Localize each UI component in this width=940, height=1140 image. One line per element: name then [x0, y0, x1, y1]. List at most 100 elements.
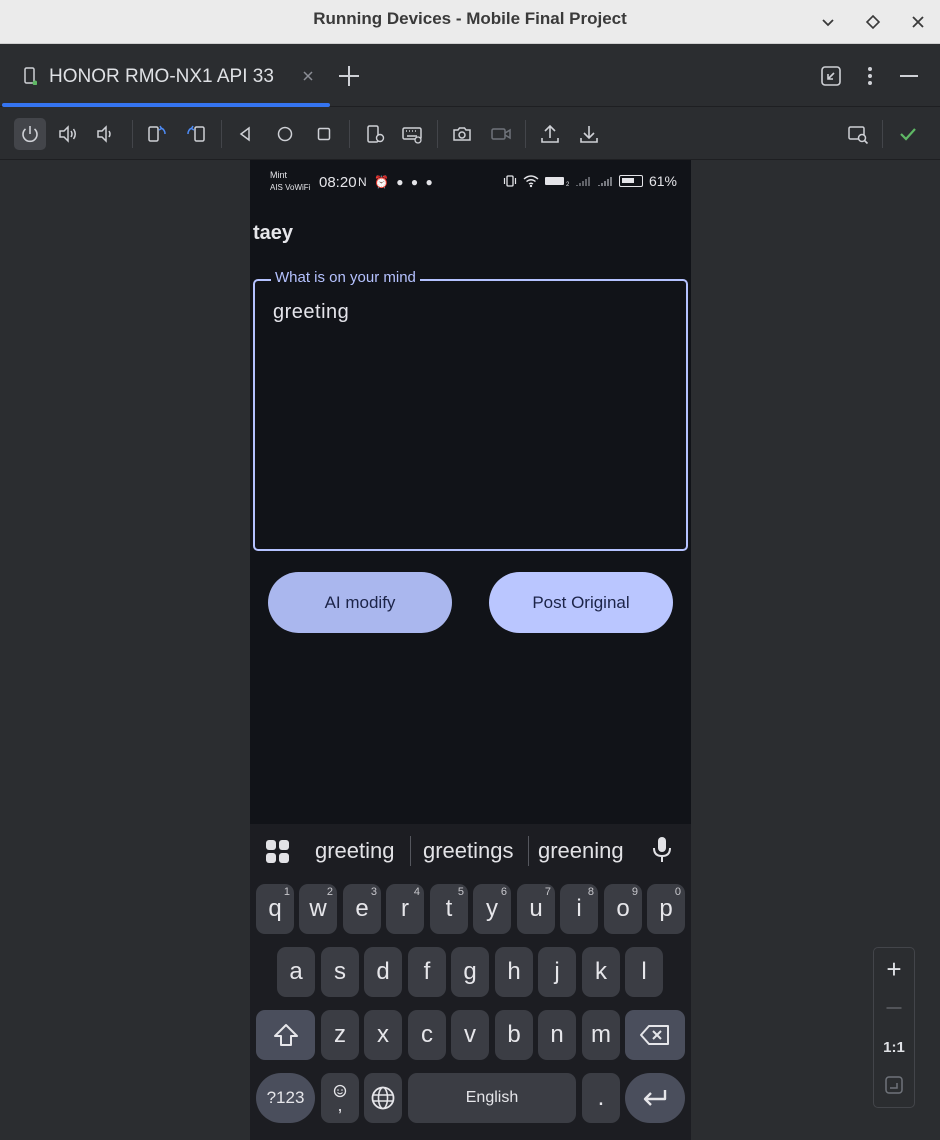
wifi-calling-icon: 2	[544, 177, 569, 187]
battery-level: 61%	[648, 173, 677, 189]
chevron-down-icon[interactable]	[816, 10, 840, 34]
key-h[interactable]: h	[495, 947, 533, 997]
back-icon[interactable]	[229, 118, 261, 150]
carrier-wifi: AIS VoWiFi	[270, 183, 311, 192]
minimize-icon[interactable]	[896, 63, 922, 89]
maximize-icon[interactable]	[861, 10, 885, 34]
key-u[interactable]: u7	[517, 884, 555, 934]
post-original-button[interactable]: Post Original	[489, 572, 673, 633]
suggestion-2[interactable]: greetings	[423, 838, 514, 864]
tab-device[interactable]: HONOR RMO-NX1 API 33	[0, 45, 331, 107]
key-d[interactable]: d	[364, 947, 402, 997]
zoom-controls: + — 1:1	[873, 947, 915, 1108]
key-l[interactable]: l	[625, 947, 663, 997]
device-screen[interactable]: Mint AIS VoWiFi 08:20 N ⏰ ● ● ● 2 61% ta…	[250, 160, 691, 1140]
soft-keyboard: greeting greetings greening q1 w2 e3 r4 …	[250, 824, 691, 1140]
post-input-value[interactable]: greeting	[273, 301, 349, 324]
microphone-icon[interactable]	[652, 836, 672, 864]
key-k[interactable]: k	[582, 947, 620, 997]
key-p[interactable]: p0	[647, 884, 685, 934]
device-settings-icon[interactable]	[359, 118, 391, 150]
device-toolbar	[0, 108, 940, 160]
backspace-icon	[640, 1025, 669, 1045]
enter-arrow-icon	[643, 1090, 667, 1106]
backspace-key[interactable]	[625, 1010, 685, 1060]
volume-down-icon[interactable]	[89, 118, 121, 150]
key-n[interactable]: n	[538, 1010, 576, 1060]
window-title-bar: Running Devices - Mobile Final Project	[0, 0, 940, 44]
actual-size-button[interactable]: 1:1	[874, 1032, 914, 1062]
more-options-icon[interactable]	[857, 63, 883, 89]
key-g[interactable]: g	[451, 947, 489, 997]
rotate-right-icon[interactable]	[180, 118, 212, 150]
key-z[interactable]: z	[321, 1010, 359, 1060]
rotate-left-icon[interactable]	[141, 118, 173, 150]
shift-key[interactable]	[256, 1010, 315, 1060]
key-j[interactable]: j	[538, 947, 576, 997]
upload-icon[interactable]	[534, 118, 566, 150]
key-m[interactable]: m	[582, 1010, 620, 1060]
restore-window-icon[interactable]	[818, 63, 844, 89]
fit-screen-icon[interactable]	[874, 1070, 914, 1100]
apps-grid-icon[interactable]	[266, 840, 290, 864]
signal-icon-2	[598, 177, 612, 186]
key-a[interactable]: a	[277, 947, 315, 997]
globe-icon	[371, 1086, 395, 1110]
key-o[interactable]: o9	[604, 884, 642, 934]
phone-icon	[24, 67, 37, 85]
close-icon[interactable]	[906, 10, 930, 34]
tab-bar: HONOR RMO-NX1 API 33	[0, 45, 940, 107]
suggestion-3[interactable]: greening	[538, 838, 624, 864]
comma-emoji-key[interactable]: ,	[321, 1073, 359, 1123]
screen-record-icon[interactable]	[485, 118, 517, 150]
key-b[interactable]: b	[495, 1010, 533, 1060]
key-e[interactable]: e3	[343, 884, 381, 934]
camera-icon[interactable]	[446, 118, 478, 150]
symbols-key[interactable]: ?123	[256, 1073, 315, 1123]
status-right: 2 61%	[503, 173, 677, 189]
wifi-icon	[523, 175, 539, 188]
window-title: Running Devices - Mobile Final Project	[313, 9, 627, 28]
carrier-name: Mint	[270, 170, 288, 180]
post-input-label: What is on your mind	[271, 269, 420, 286]
ai-modify-button[interactable]: AI modify	[268, 572, 452, 633]
notification-icons: N ⏰ ● ● ●	[358, 175, 435, 189]
enter-key[interactable]	[625, 1073, 685, 1123]
shift-arrow-icon	[273, 1024, 298, 1046]
zoom-out-button[interactable]: —	[874, 992, 914, 1022]
key-w[interactable]: w2	[299, 884, 337, 934]
status-bar: Mint AIS VoWiFi 08:20 N ⏰ ● ● ● 2 61%	[250, 160, 691, 204]
key-v[interactable]: v	[451, 1010, 489, 1060]
download-icon[interactable]	[573, 118, 605, 150]
checkmark-icon[interactable]	[892, 118, 924, 150]
power-icon[interactable]	[14, 118, 46, 150]
zoom-in-button[interactable]: +	[874, 954, 914, 984]
battery-icon	[618, 175, 643, 187]
home-icon[interactable]	[269, 118, 301, 150]
tab-close-icon[interactable]	[300, 68, 316, 84]
key-t[interactable]: t5	[430, 884, 468, 934]
key-i[interactable]: i8	[560, 884, 598, 934]
volume-up-icon[interactable]	[52, 118, 84, 150]
keyboard-settings-icon[interactable]	[396, 118, 428, 150]
overview-icon[interactable]	[308, 118, 340, 150]
period-key[interactable]: .	[582, 1073, 620, 1123]
vibrate-icon	[503, 175, 517, 187]
key-r[interactable]: r4	[386, 884, 424, 934]
key-s[interactable]: s	[321, 947, 359, 997]
key-f[interactable]: f	[408, 947, 446, 997]
language-key[interactable]	[364, 1073, 402, 1123]
key-c[interactable]: c	[408, 1010, 446, 1060]
post-input-field[interactable]: What is on your mind greeting	[253, 269, 688, 551]
username: taey	[253, 222, 294, 244]
key-q[interactable]: q1	[256, 884, 294, 934]
add-tab-icon[interactable]	[336, 63, 362, 89]
space-key[interactable]: English	[408, 1073, 576, 1123]
tab-label: HONOR RMO-NX1 API 33	[49, 66, 274, 87]
suggestion-bar: greeting greetings greening	[250, 824, 691, 880]
active-tab-indicator	[2, 103, 330, 107]
key-y[interactable]: y6	[473, 884, 511, 934]
key-x[interactable]: x	[364, 1010, 402, 1060]
layout-inspector-icon[interactable]	[842, 118, 874, 150]
suggestion-1[interactable]: greeting	[315, 838, 395, 864]
